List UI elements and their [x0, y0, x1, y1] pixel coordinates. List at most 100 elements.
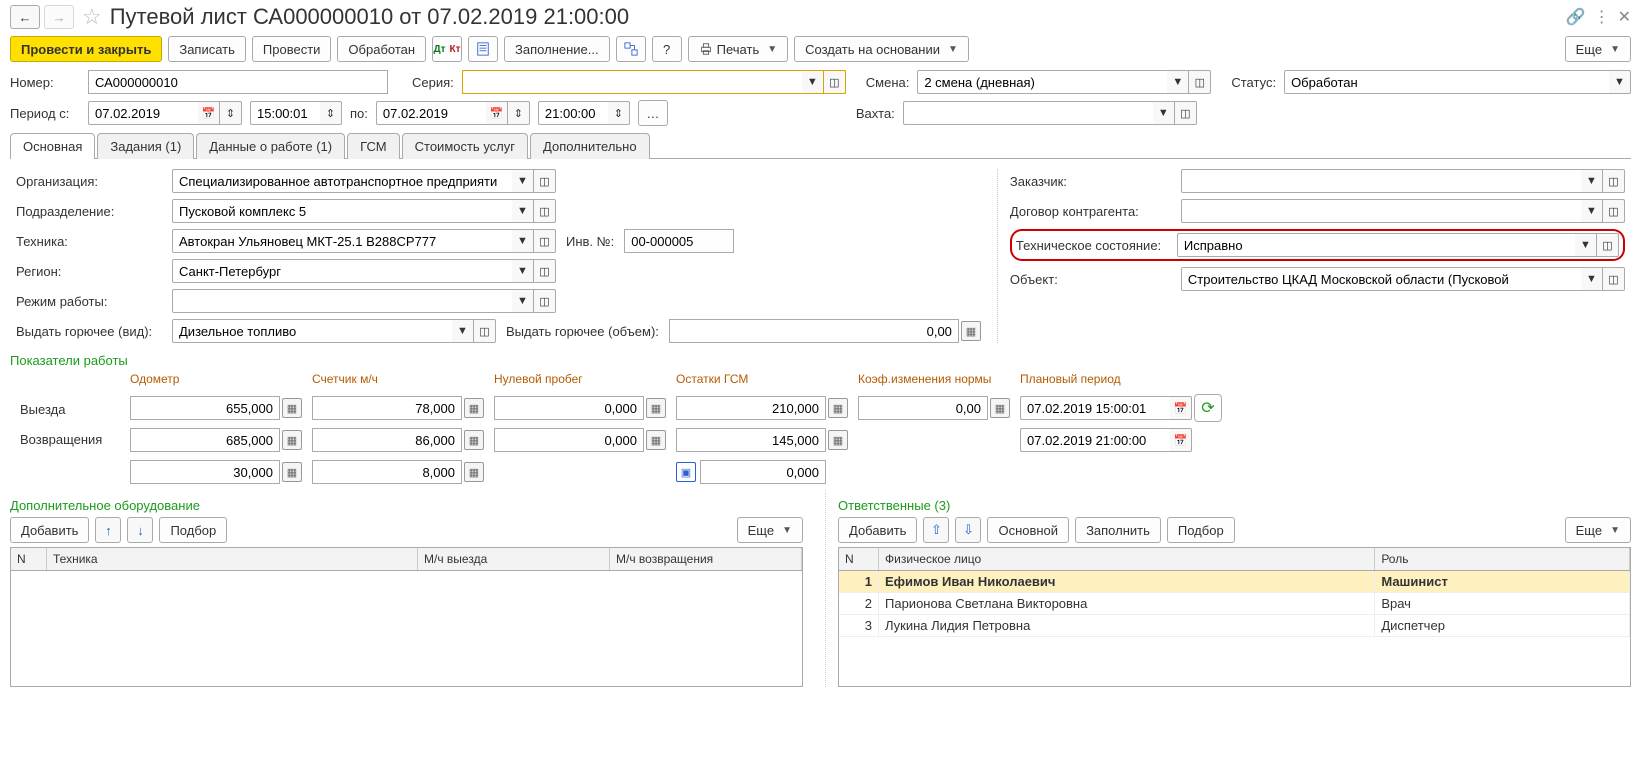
status-combo[interactable]: ▼: [1284, 70, 1631, 94]
plan-from-combo[interactable]: 📅: [1020, 396, 1192, 420]
mode-input[interactable]: [172, 289, 512, 313]
date-to-combo[interactable]: 📅 ⇕: [376, 101, 530, 125]
resp-more-button[interactable]: Еще▼: [1565, 517, 1631, 543]
calc-icon[interactable]: ▦: [646, 430, 666, 450]
series-open[interactable]: ◫: [824, 70, 846, 94]
shift-combo[interactable]: ▼ ◫: [917, 70, 1211, 94]
date-from-spin[interactable]: ⇕: [220, 101, 242, 125]
org-dd[interactable]: ▼: [512, 169, 534, 193]
tab-tasks[interactable]: Задания (1): [97, 133, 194, 159]
time-to-spin[interactable]: ⇕: [608, 101, 630, 125]
region-input[interactable]: [172, 259, 512, 283]
odometer-in[interactable]: [130, 428, 280, 452]
processed-button[interactable]: Обработан: [337, 36, 426, 62]
fuelrem-diff[interactable]: [700, 460, 826, 484]
tab-cost[interactable]: Стоимость услуг: [402, 133, 528, 159]
time-from-input[interactable]: [250, 101, 320, 125]
contract-combo[interactable]: ▼ ◫: [1181, 199, 1625, 223]
plan-from-cal[interactable]: 📅: [1170, 396, 1192, 420]
equip-pick-button[interactable]: Подбор: [159, 517, 227, 543]
refresh-button[interactable]: ⟳: [1194, 394, 1222, 422]
post-and-close-button[interactable]: Провести и закрыть: [10, 36, 162, 62]
tab-additional[interactable]: Дополнительно: [530, 133, 650, 159]
tab-main[interactable]: Основная: [10, 133, 95, 159]
plan-to-input[interactable]: [1020, 428, 1170, 452]
date-to-spin[interactable]: ⇕: [508, 101, 530, 125]
fueltype-open[interactable]: ◫: [474, 319, 496, 343]
time-to-combo[interactable]: ⇕: [538, 101, 630, 125]
plan-from-input[interactable]: [1020, 396, 1170, 420]
link-icon[interactable]: 🔗: [1566, 7, 1586, 27]
customer-input[interactable]: [1181, 169, 1581, 193]
zero-out[interactable]: [494, 396, 644, 420]
object-combo[interactable]: ▼ ◫: [1181, 267, 1625, 291]
org-combo[interactable]: ▼ ◫: [172, 169, 556, 193]
calc-icon[interactable]: ▦: [282, 398, 302, 418]
calc-icon[interactable]: ▦: [464, 398, 484, 418]
org-input[interactable]: [172, 169, 512, 193]
techstate-open[interactable]: ◫: [1597, 233, 1619, 257]
tech-input[interactable]: [172, 229, 512, 253]
fueltype-input[interactable]: [172, 319, 452, 343]
mode-dd[interactable]: ▼: [512, 289, 534, 313]
equip-down-button[interactable]: ↓: [127, 517, 153, 543]
object-input[interactable]: [1181, 267, 1581, 291]
customer-dd[interactable]: ▼: [1581, 169, 1603, 193]
calc-icon[interactable]: ▦: [282, 462, 302, 482]
region-combo[interactable]: ▼ ◫: [172, 259, 981, 283]
time-to-input[interactable]: [538, 101, 608, 125]
object-open[interactable]: ◫: [1603, 267, 1625, 291]
time-from-spin[interactable]: ⇕: [320, 101, 342, 125]
calc-icon[interactable]: ▦: [961, 321, 981, 341]
shift-open[interactable]: ◫: [1189, 70, 1211, 94]
fueltype-combo[interactable]: ▼ ◫: [172, 319, 496, 343]
fuel-special-icon[interactable]: ▣: [676, 462, 696, 482]
rotation-dd[interactable]: ▼: [1153, 101, 1175, 125]
dtkt-icon[interactable]: ДтКт: [432, 36, 462, 62]
resp-main-button[interactable]: Основной: [987, 517, 1069, 543]
series-dd[interactable]: ▼: [802, 70, 824, 94]
techstate-combo[interactable]: ▼ ◫: [1177, 233, 1619, 257]
print-button[interactable]: Печать▼: [688, 36, 789, 62]
date-from-input[interactable]: [88, 101, 198, 125]
status-dd[interactable]: ▼: [1609, 70, 1631, 94]
shift-input[interactable]: [917, 70, 1167, 94]
equip-up-button[interactable]: ↑: [95, 517, 121, 543]
create-based-button[interactable]: Создать на основании▼: [794, 36, 969, 62]
date-from-combo[interactable]: 📅 ⇕: [88, 101, 242, 125]
date-to-cal[interactable]: 📅: [486, 101, 508, 125]
rotation-combo[interactable]: ▼ ◫: [903, 101, 1197, 125]
date-from-cal[interactable]: 📅: [198, 101, 220, 125]
tab-fuel[interactable]: ГСМ: [347, 133, 400, 159]
mh-out[interactable]: [312, 396, 462, 420]
fuelrem-in[interactable]: [676, 428, 826, 452]
dept-open[interactable]: ◫: [534, 199, 556, 223]
kebab-icon[interactable]: ⋮: [1594, 7, 1610, 27]
object-dd[interactable]: ▼: [1581, 267, 1603, 291]
resp-table[interactable]: N Физическое лицо Роль 1Ефимов Иван Нико…: [838, 547, 1631, 687]
equip-table[interactable]: N Техника М/ч выезда М/ч возвращения: [10, 547, 803, 687]
resp-pick-button[interactable]: Подбор: [1167, 517, 1235, 543]
nav-back[interactable]: ←: [10, 5, 40, 29]
date-to-input[interactable]: [376, 101, 486, 125]
dept-input[interactable]: [172, 199, 512, 223]
techstate-input[interactable]: [1177, 233, 1575, 257]
region-open[interactable]: ◫: [534, 259, 556, 283]
copy-struct-icon[interactable]: [616, 36, 646, 62]
table-row[interactable]: 3Лукина Лидия ПетровнаДиспетчер: [839, 615, 1630, 637]
coef-input[interactable]: [858, 396, 988, 420]
calc-icon[interactable]: ▦: [828, 430, 848, 450]
equip-add-button[interactable]: Добавить: [10, 517, 89, 543]
help-button[interactable]: ?: [652, 36, 682, 62]
mh-in[interactable]: [312, 428, 462, 452]
customer-combo[interactable]: ▼ ◫: [1181, 169, 1625, 193]
calc-icon[interactable]: ▦: [282, 430, 302, 450]
table-row[interactable]: 2Парионова Светлана ВикторовнаВрач: [839, 593, 1630, 615]
customer-open[interactable]: ◫: [1603, 169, 1625, 193]
calc-icon[interactable]: ▦: [464, 462, 484, 482]
favorite-star-icon[interactable]: ☆: [82, 4, 102, 30]
plan-to-cal[interactable]: 📅: [1170, 428, 1192, 452]
odometer-out[interactable]: [130, 396, 280, 420]
series-combo[interactable]: ▼ ◫: [462, 70, 846, 94]
tech-dd[interactable]: ▼: [512, 229, 534, 253]
